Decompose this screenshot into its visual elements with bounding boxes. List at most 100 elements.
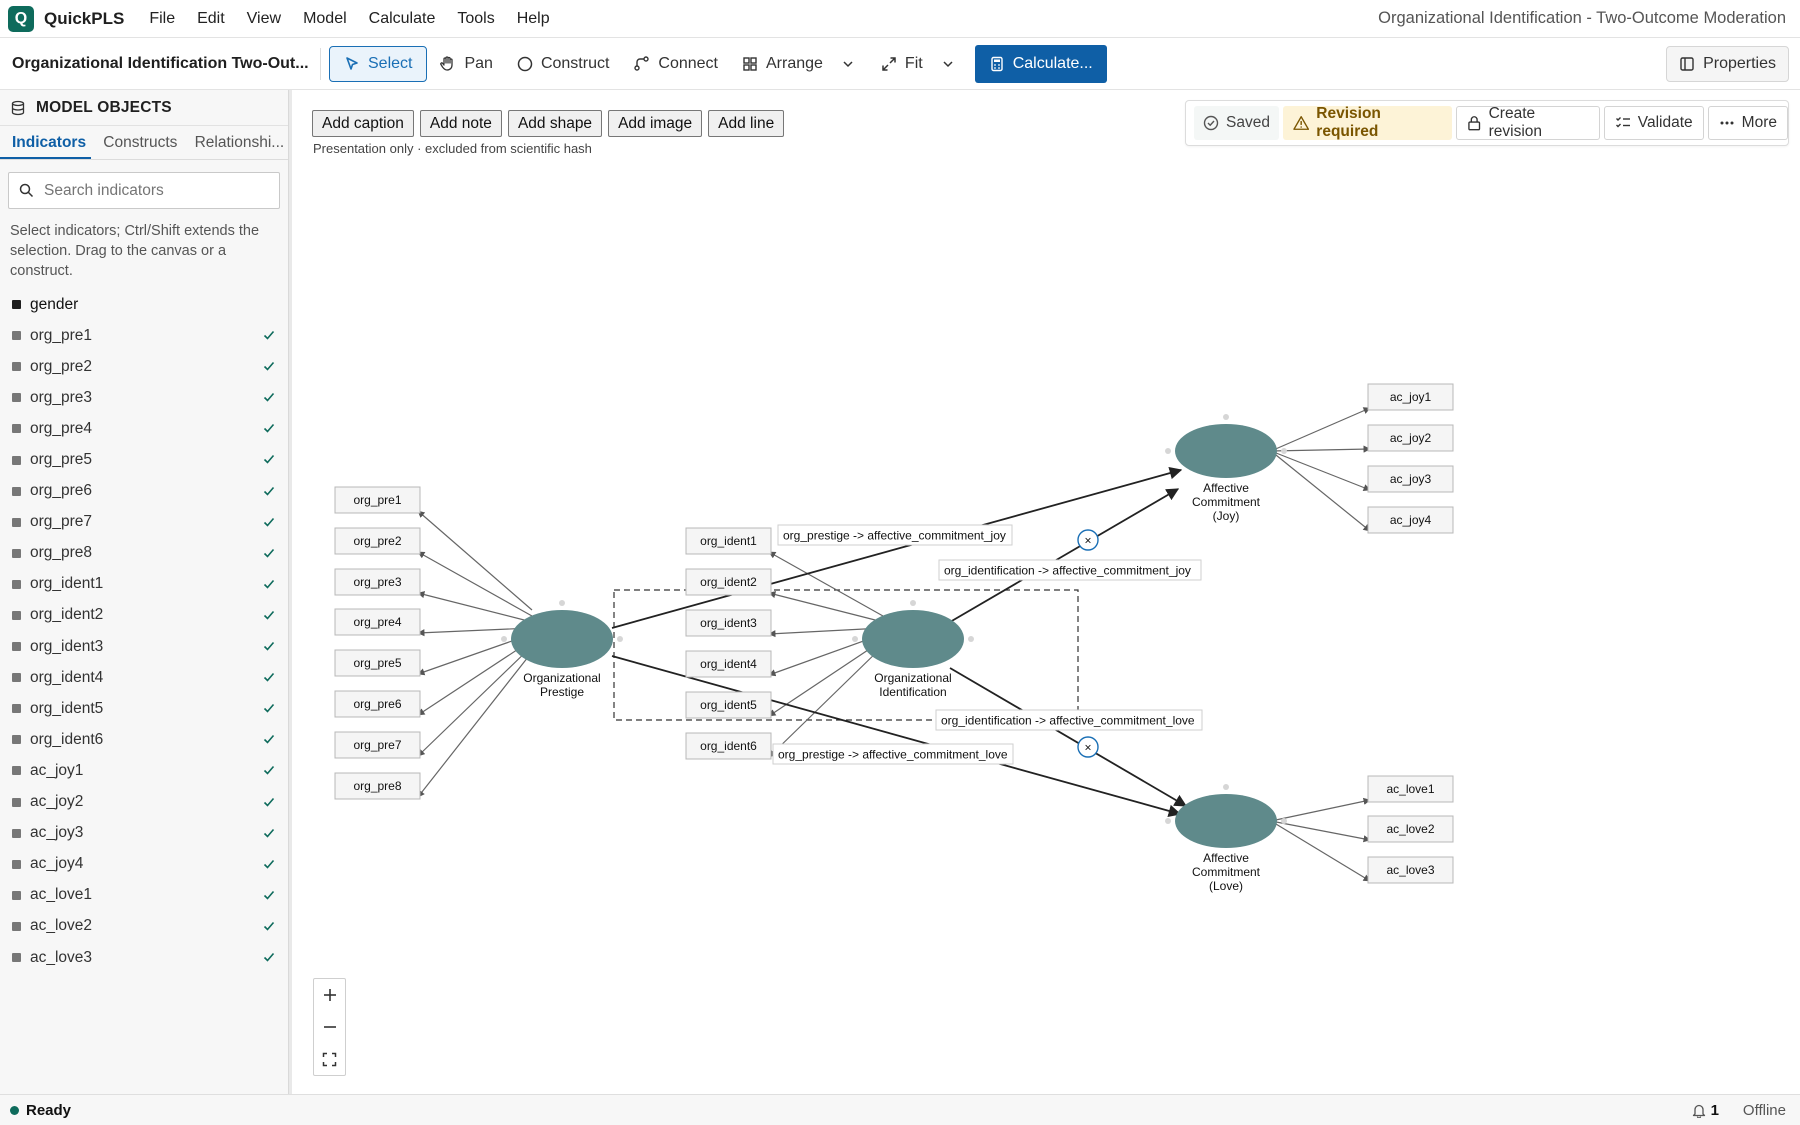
create-revision-label: Create revision <box>1488 105 1543 140</box>
path-model-diagram: × × org_pre1 org_pre2 org_pre3 org_pre4 org_pr… <box>334 383 1454 893</box>
interaction-symbol: × <box>1084 741 1091 755</box>
construct-label: (Joy) <box>1213 509 1240 523</box>
validate-button[interactable]: Validate <box>1603 106 1704 140</box>
path-label: org_prestige -> affective_commitment_joy <box>783 529 1006 543</box>
indicator-label: org_pre3 <box>353 575 401 589</box>
connection-handle[interactable] <box>617 636 623 642</box>
loading-arrow <box>768 645 884 758</box>
loading-arrow <box>1270 450 1371 491</box>
notification-count[interactable]: 1 <box>1711 1102 1719 1119</box>
fullscreen-icon <box>322 1052 337 1066</box>
construct-node[interactable] <box>1175 794 1277 848</box>
loading-arrow <box>1270 450 1371 532</box>
construct-node[interactable] <box>862 610 964 668</box>
construct-label: Commitment <box>1192 865 1261 879</box>
path-label: org_prestige -> affective_commitment_lov… <box>778 748 1008 762</box>
connection-handle[interactable] <box>910 600 916 606</box>
loading-arrow <box>768 551 884 617</box>
connection-status: Offline <box>1742 1102 1786 1119</box>
indicator-label: ac_love3 <box>1386 863 1434 877</box>
construct-label: Prestige <box>540 685 584 699</box>
construct-label: Commitment <box>1192 495 1261 509</box>
interaction-symbol: × <box>1084 534 1091 548</box>
connection-handle[interactable] <box>559 600 565 606</box>
connection-handle[interactable] <box>852 636 858 642</box>
presentation-note: Presentation only · excluded from scient… <box>313 141 592 156</box>
add-note-button[interactable]: Add note <box>419 110 502 137</box>
indicator-label: ac_joy3 <box>1390 472 1432 486</box>
connection-handle[interactable] <box>501 636 507 642</box>
indicator-label: ac_love2 <box>1386 822 1434 836</box>
presentation-toolbar: Add caption Add note Add shape Add image… <box>312 110 790 137</box>
add-line-button[interactable]: Add line <box>708 110 785 137</box>
more-label: More <box>1741 114 1777 131</box>
loading-arrow <box>417 510 533 611</box>
zoom-out-button[interactable] <box>314 1011 345 1043</box>
indicator-label: ac_love1 <box>1386 782 1434 796</box>
statusbar: Ready 1 Offline <box>0 1094 1800 1125</box>
indicator-label: org_pre2 <box>353 534 401 548</box>
add-shape-button[interactable]: Add shape <box>507 110 603 137</box>
loading-arrow <box>1270 407 1371 452</box>
loading-arrow <box>417 639 533 716</box>
warning-icon <box>1293 116 1310 130</box>
create-revision-button[interactable]: Create revision <box>1456 105 1600 140</box>
connection-handle[interactable] <box>1223 414 1229 420</box>
moderation-region <box>613 589 1079 721</box>
plus-icon <box>323 989 336 1001</box>
indicator-label: org_pre4 <box>353 615 401 629</box>
indicator-label: org_ident3 <box>700 616 757 630</box>
revision-required-badge: Revision required <box>1282 105 1453 140</box>
minus-icon <box>323 1026 336 1028</box>
connection-handle[interactable] <box>1223 784 1229 790</box>
indicator-label: ac_joy4 <box>1390 513 1432 527</box>
construct-node[interactable] <box>1175 424 1277 478</box>
add-caption-button[interactable]: Add caption <box>312 110 414 137</box>
connection-handle[interactable] <box>1165 448 1171 454</box>
construct-label: Organizational <box>874 671 951 685</box>
indicator-label: org_ident6 <box>700 739 757 753</box>
construct-label: Organizational <box>523 671 600 685</box>
indicator-label: org_pre6 <box>353 697 401 711</box>
construct-label: Affective <box>1203 481 1249 495</box>
model-status-panel: Saved Revision required Create revision … <box>1185 100 1789 146</box>
indicator-label: org_pre1 <box>353 493 401 507</box>
indicator-label: org_ident2 <box>700 575 757 589</box>
zoom-controls <box>313 978 346 1076</box>
structural-path[interactable] <box>949 488 1180 623</box>
indicator-label: org_ident5 <box>700 698 757 712</box>
more-horizontal-icon <box>1720 121 1734 125</box>
fit-view-button[interactable] <box>314 1043 345 1075</box>
statusbar-right: 1 Offline <box>1692 1102 1786 1119</box>
checklist-icon <box>1615 117 1630 128</box>
construct-label: Affective <box>1203 851 1249 865</box>
check-circle-icon <box>1203 115 1219 131</box>
indicator-label: org_pre5 <box>353 656 401 670</box>
saved-label: Saved <box>1226 114 1270 131</box>
connection-handle[interactable] <box>1281 818 1287 824</box>
path-label: org_identification -> affective_commitme… <box>944 564 1191 578</box>
indicator-label: org_pre7 <box>353 738 401 752</box>
validate-label: Validate <box>1637 114 1693 131</box>
connection-handle[interactable] <box>968 636 974 642</box>
construct-node[interactable] <box>511 610 613 668</box>
construct-label: Identification <box>879 685 946 699</box>
lock-icon <box>1468 116 1481 131</box>
loading-arrow <box>1270 797 1371 822</box>
loading-arrow <box>417 551 533 617</box>
structural-path[interactable] <box>949 667 1188 807</box>
connection-handle[interactable] <box>1281 448 1287 454</box>
status-indicator-dot <box>10 1105 19 1115</box>
more-button[interactable]: More <box>1707 106 1788 140</box>
connection-handle[interactable] <box>1165 818 1171 824</box>
saved-status: Saved <box>1194 106 1279 140</box>
zoom-in-button[interactable] <box>314 979 345 1011</box>
loading-arrow <box>768 591 884 623</box>
bell-icon[interactable] <box>1692 1103 1706 1118</box>
path-label: org_identification -> affective_commitme… <box>941 714 1195 728</box>
indicator-label: org_ident1 <box>700 534 757 548</box>
add-image-button[interactable]: Add image <box>608 110 703 137</box>
status-text: Ready <box>26 1101 72 1119</box>
revision-required-label: Revision required <box>1316 105 1381 140</box>
loading-arrow <box>417 591 533 623</box>
